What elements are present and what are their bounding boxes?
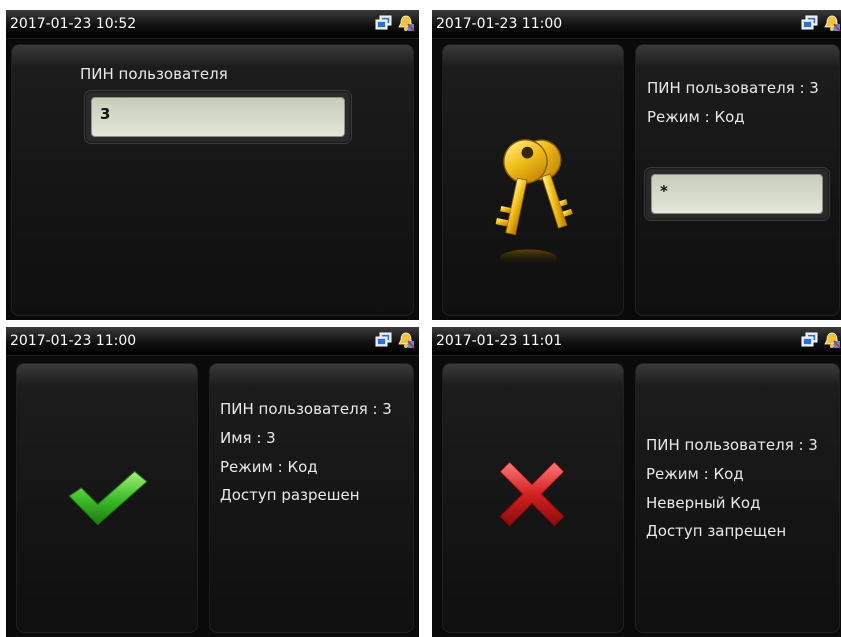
info-line: Имя : 3 [220,429,276,447]
info-line: ПИН пользователя : 3 [220,400,392,418]
bell-icon [824,15,841,32]
error-message: Неверный Код [646,494,761,512]
screen-access-granted: 2017-01-23 11:00 ПИН пользователя: 3 Им… [6,327,419,637]
status-bar: 2017-01-23 11:00 [432,10,841,39]
keys-icon [495,139,573,268]
pin-input[interactable]: 3 [91,97,345,137]
info-line: ПИН пользователя : 3 [647,79,819,97]
status-bar: 2017-01-23 11:01 [432,327,841,356]
network-icon [801,332,818,347]
status-message: Доступ разрешен [220,486,360,504]
pin-label: ПИН пользователя [80,65,228,83]
icon-panel [442,44,624,316]
content-panel: ПИН пользователя 3 [11,44,414,316]
timestamp: 2017-01-23 11:00 [436,16,563,32]
pin-input-frame: 3 [84,90,352,144]
network-icon [801,15,818,30]
info-line: Режим : Код [220,458,318,476]
network-icon [375,332,392,347]
password-input[interactable]: * [651,174,823,214]
screen-access-denied: 2017-01-23 11:01 ПИН пользователя: 3 Ре… [432,327,841,637]
info-panel: ПИН пользователя : 3 Режим : Код Неверны… [635,363,840,633]
cross-icon [499,461,565,527]
status-bar: 2017-01-23 11:00 [6,327,419,356]
info-line: Режим : Код [646,465,744,483]
timestamp: 2017-01-23 11:00 [10,333,137,349]
status-message: Доступ запрещен [646,522,787,540]
password-input-frame: * [644,167,830,221]
info-line: ПИН пользователя : 3 [646,436,818,454]
timestamp: 2017-01-23 10:52 [10,16,137,32]
screen-pin-entry: 2017-01-23 10:52 ПИН пользователя 3 [6,10,419,320]
status-bar: 2017-01-23 10:52 [6,10,419,39]
bell-icon [398,15,415,32]
info-panel: ПИН пользователя : 3 Имя : 3 Режим : Код… [209,363,414,633]
icon-panel [442,363,624,633]
bell-icon [824,332,841,349]
checkmark-icon [68,470,148,526]
screen-password-entry: 2017-01-23 11:00 ПИН пользователя: 3 Ре… [432,10,841,320]
bell-icon [398,332,415,349]
timestamp: 2017-01-23 11:01 [436,333,563,349]
icon-panel [16,363,198,633]
info-panel: ПИН пользователя : 3 Режим : Код * [635,44,840,316]
network-icon [375,15,392,30]
info-line: Режим : Код [647,108,745,126]
